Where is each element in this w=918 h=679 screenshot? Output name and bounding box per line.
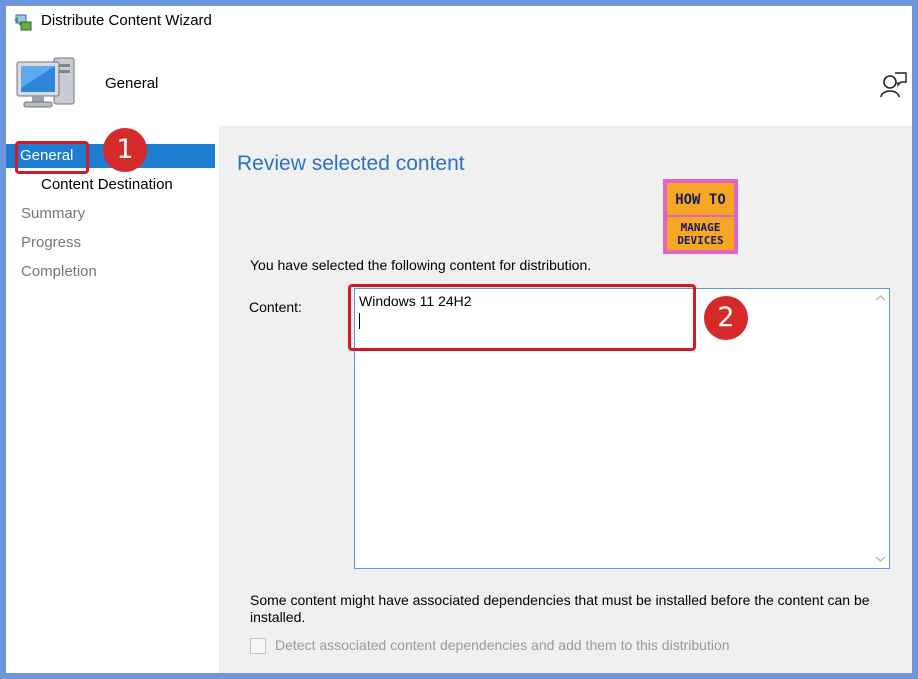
distribute-content-icon xyxy=(14,14,32,31)
callout-badge-2: 2 xyxy=(704,296,748,340)
sidebar-item-progress: Progress xyxy=(21,234,82,251)
user-help-icon[interactable] xyxy=(878,70,908,100)
sidebar-item-summary: Summary xyxy=(21,205,86,222)
logo-line-3: DEVICES xyxy=(677,234,723,247)
callout-general-highlight xyxy=(15,141,89,174)
computer-icon xyxy=(16,57,75,108)
detect-dependencies-checkbox[interactable] xyxy=(250,638,266,654)
logo-line-1: HOW TO xyxy=(675,192,726,208)
logo-line-2: MANAGE xyxy=(681,221,721,234)
sidebar-item-content-destination[interactable]: Content Destination xyxy=(41,173,173,197)
intro-text: You have selected the following content … xyxy=(250,257,592,273)
title-bar: Distribute Content Wizard xyxy=(6,6,912,38)
sidebar-item-completion: Completion xyxy=(21,263,97,280)
main-panel: Review selected content HOW TO MANAGE DE… xyxy=(219,126,912,673)
window-title: Distribute Content Wizard xyxy=(41,12,212,29)
content-label: Content: xyxy=(249,299,302,315)
scroll-up-icon[interactable] xyxy=(875,293,886,304)
section-title: Review selected content xyxy=(237,152,465,175)
content-scrollbar[interactable] xyxy=(872,289,889,568)
wizard-header: General xyxy=(6,38,912,126)
howto-manage-devices-logo: HOW TO MANAGE DEVICES xyxy=(663,179,738,254)
detect-dependencies-label: Detect associated content dependencies a… xyxy=(275,637,730,653)
page-heading: General xyxy=(105,75,159,92)
wizard-steps-sidebar: General Content Destination Summary Prog… xyxy=(6,126,217,673)
wizard-window: Distribute Content Wizard General Genera… xyxy=(6,6,912,673)
dependencies-note: Some content might have associated depen… xyxy=(250,592,870,625)
scroll-down-icon[interactable] xyxy=(875,553,886,564)
callout-content-highlight xyxy=(348,284,696,351)
callout-badge-1: 1 xyxy=(103,128,147,172)
